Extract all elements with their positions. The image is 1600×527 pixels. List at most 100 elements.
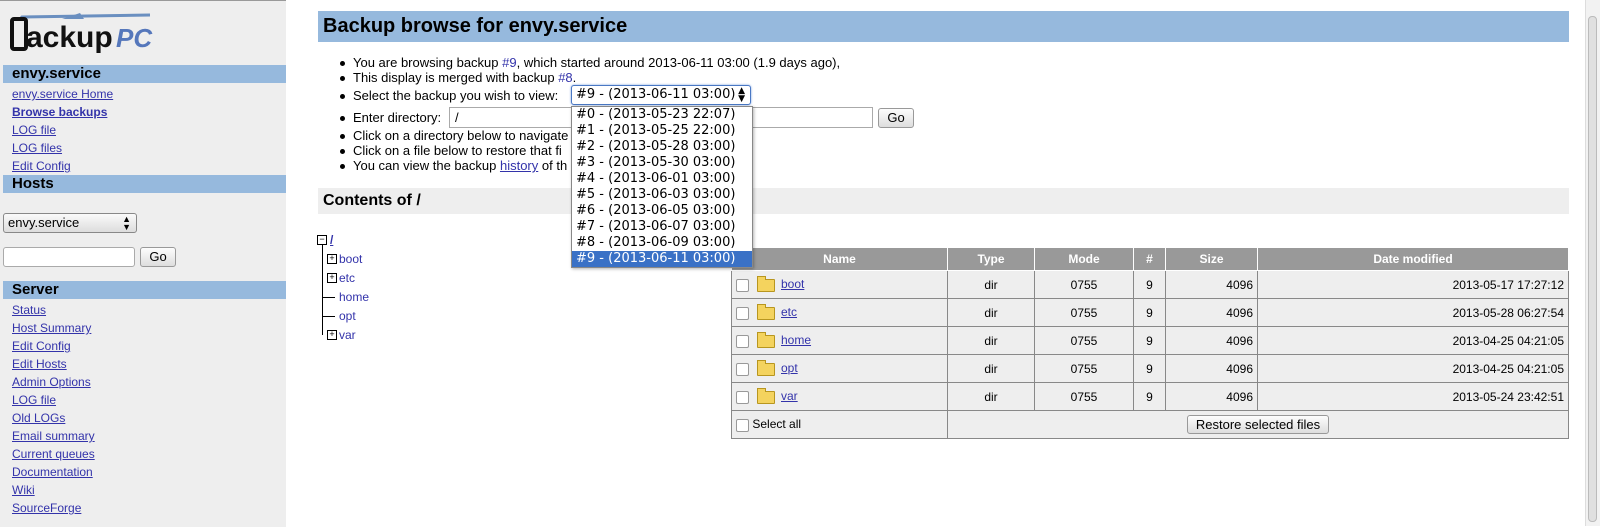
select-all-checkbox[interactable] (736, 418, 749, 432)
size-cell: 4096 (1165, 326, 1258, 355)
backup-option[interactable]: #8 - (2013-06-09 03:00) (572, 235, 752, 251)
table-row: etc dir 0755 9 4096 2013-05-28 06:27:54 (731, 298, 1569, 327)
select-all-cell: Select all (731, 410, 948, 439)
server-nav-link[interactable]: LOG file (12, 393, 56, 407)
col-size: Size (1165, 247, 1258, 271)
collapse-icon[interactable]: − (317, 235, 327, 245)
tree-item-var[interactable]: var (339, 328, 356, 342)
table-footer-row: Select all Restore selected files (731, 410, 1569, 439)
history-link[interactable]: history (500, 158, 538, 173)
info-merged: This display is merged with backup #8. (340, 70, 576, 85)
host-nav-link[interactable]: Browse backups (12, 105, 107, 119)
backup-option[interactable]: #6 - (2013-06-05 03:00) (572, 203, 752, 219)
info-enter-dir: Enter directory: (340, 110, 441, 125)
file-link[interactable]: boot (781, 277, 804, 291)
backup-select[interactable]: #9 - (2013-06-11 03:00) ▲ ▼ (571, 85, 751, 105)
bullet-icon (340, 61, 345, 67)
row-checkbox[interactable] (736, 306, 749, 320)
server-nav-link[interactable]: Email summary (12, 429, 95, 443)
backup-link[interactable]: #9 (502, 55, 516, 70)
tree-root-link[interactable]: / (330, 233, 333, 247)
date-cell: 2013-05-24 23:42:51 (1257, 382, 1569, 411)
server-nav-link[interactable]: Current queues (12, 447, 95, 461)
file-link[interactable]: etc (781, 305, 797, 319)
backup-option[interactable]: #9 - (2013-06-11 03:00) (572, 251, 752, 267)
col-mode: Mode (1034, 247, 1134, 271)
merged-backup-link[interactable]: #8 (558, 70, 572, 85)
mode-cell: 0755 (1034, 298, 1134, 327)
host-go-button[interactable]: Go (140, 247, 176, 267)
server-nav-link[interactable]: Host Summary (12, 321, 91, 335)
scrollbar-thumb[interactable] (1588, 16, 1597, 522)
col-date: Date modified (1257, 247, 1569, 271)
server-nav-link[interactable]: Admin Options (12, 375, 91, 389)
tree-line (323, 297, 335, 298)
name-cell: home (731, 326, 948, 355)
info-restore-file: Click on a file below to restore that fi (340, 143, 562, 158)
row-checkbox[interactable] (736, 334, 749, 348)
host-nav-link[interactable]: LOG file (12, 123, 56, 137)
col-name: Name (731, 247, 948, 271)
server-nav-link[interactable]: Wiki (12, 483, 35, 497)
contents-header: Contents of / (318, 188, 1569, 214)
backup-option[interactable]: #5 - (2013-06-03 03:00) (572, 187, 752, 203)
col-type: Type (947, 247, 1035, 271)
expand-icon[interactable]: + (327, 273, 337, 283)
host-nav-link[interactable]: LOG files (12, 141, 62, 155)
mode-cell: 0755 (1034, 326, 1134, 355)
backup-option[interactable]: #2 - (2013-05-28 03:00) (572, 139, 752, 155)
name-cell: var (731, 382, 948, 411)
backuppc-logo[interactable]: ackup PC (10, 11, 155, 59)
bullet-icon (340, 134, 345, 140)
file-link[interactable]: opt (781, 361, 798, 375)
server-nav-link[interactable]: Edit Config (12, 339, 71, 353)
server-nav-link[interactable]: Documentation (12, 465, 93, 479)
backup-option[interactable]: #3 - (2013-05-30 03:00) (572, 155, 752, 171)
row-checkbox[interactable] (736, 390, 749, 404)
backup-option[interactable]: #7 - (2013-06-07 03:00) (572, 219, 752, 235)
tree-item-opt[interactable]: opt (339, 309, 356, 323)
server-nav-link[interactable]: SourceForge (12, 501, 81, 515)
size-cell: 4096 (1165, 382, 1258, 411)
restore-selected-button[interactable]: Restore selected files (1186, 415, 1330, 434)
num-cell: 9 (1133, 326, 1166, 355)
tree-item-home[interactable]: home (339, 290, 369, 304)
date-cell: 2013-05-17 17:27:12 (1257, 270, 1569, 299)
expand-icon[interactable]: + (327, 330, 337, 340)
file-link[interactable]: home (781, 333, 811, 347)
server-nav-link[interactable]: Old LOGs (12, 411, 65, 425)
sidebar: ackup PC envy.service envy.service Home B… (0, 0, 286, 527)
server-nav-link[interactable]: Edit Hosts (12, 357, 67, 371)
num-cell: 9 (1133, 354, 1166, 383)
row-checkbox[interactable] (736, 362, 749, 376)
vertical-scrollbar[interactable] (1585, 0, 1600, 526)
tree-item-boot[interactable]: boot (339, 252, 362, 266)
table-row: home dir 0755 9 4096 2013-04-25 04:21:05 (731, 326, 1569, 355)
bullet-icon (340, 149, 345, 155)
server-nav-link[interactable]: Status (12, 303, 46, 317)
type-cell: dir (947, 326, 1035, 355)
backup-option[interactable]: #0 - (2013-05-23 22:07) (572, 107, 752, 123)
host-nav-link[interactable]: Edit Config (12, 159, 71, 173)
tree-item-etc[interactable]: etc (339, 271, 355, 285)
dir-go-button[interactable]: Go (878, 108, 914, 128)
date-cell: 2013-05-28 06:27:54 (1257, 298, 1569, 327)
backup-option[interactable]: #4 - (2013-06-01 03:00) (572, 171, 752, 187)
host-select[interactable]: envy.service ▲ ▼ (3, 213, 137, 233)
type-cell: dir (947, 382, 1035, 411)
backup-option[interactable]: #1 - (2013-05-25 22:00) (572, 123, 752, 139)
col-num: # (1133, 247, 1166, 271)
bullet-icon (340, 94, 345, 100)
select-arrows-icon: ▲ ▼ (738, 86, 745, 104)
expand-icon[interactable]: + (327, 254, 337, 264)
name-cell: opt (731, 354, 948, 383)
host-nav-header: envy.service (3, 65, 286, 83)
folder-icon (757, 275, 775, 292)
host-search-input[interactable] (3, 247, 135, 267)
file-link[interactable]: var (781, 389, 798, 403)
info-select-backup: Select the backup you wish to view: (340, 88, 558, 103)
tree-line (323, 316, 335, 317)
backup-dropdown-list: #0 - (2013-05-23 22:07) #1 - (2013-05-25 … (571, 106, 753, 268)
host-nav-link[interactable]: envy.service Home (12, 87, 113, 101)
row-checkbox[interactable] (736, 278, 749, 292)
